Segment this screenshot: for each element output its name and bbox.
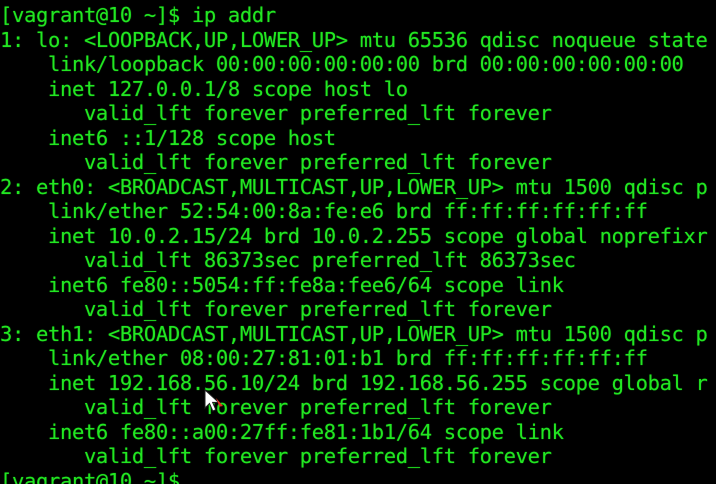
output-line-lo-header: 1: lo: <LOOPBACK,UP,LOWER_UP> mtu 65536 …	[0, 27, 708, 52]
output-line-lo-inet6: inet6 ::1/128 scope host	[0, 125, 336, 150]
output-line-eth0-inet: inet 10.0.2.15/24 brd 10.0.2.255 scope g…	[0, 223, 708, 248]
output-line-lo-inet: inet 127.0.0.1/8 scope host lo	[0, 76, 408, 101]
output-line-lo-inet-lft: valid_lft forever preferred_lft forever	[0, 101, 552, 125]
output-line-eth1-inet6: inet6 fe80::a00:27ff:fe81:1b1/64 scope l…	[0, 419, 564, 444]
terminal-window[interactable]: [vagrant@10 ~]$ ip addr 1: lo: <LOOPBACK…	[0, 0, 716, 484]
output-line-lo-link: link/loopback 00:00:00:00:00:00 brd 00:0…	[0, 52, 684, 76]
prompt-line: [vagrant@10 ~]$ ip addr	[0, 3, 276, 27]
output-line-eth0-inet6-lft: valid_lft forever preferred_lft forever	[0, 297, 552, 321]
output-line-eth1-header: 3: eth1: <BROADCAST,MULTICAST,UP,LOWER_U…	[0, 321, 708, 346]
output-line-eth0-inet-lft: valid_lft 86373sec preferred_lft 86373se…	[0, 248, 576, 272]
output-line-lo-inet6-lft: valid_lft forever preferred_lft forever	[0, 150, 552, 174]
prompt-line-current[interactable]: [vagrant@10 ~]$	[0, 469, 180, 484]
output-line-eth1-inet: inet 192.168.56.10/24 brd 192.168.56.255…	[0, 370, 708, 395]
mouse-pointer-icon	[204, 389, 223, 412]
output-line-eth1-inet6-lft: valid_lft forever preferred_lft forever	[0, 444, 552, 468]
output-line-eth1-link: link/ether 08:00:27:81:01:b1 brd ff:ff:f…	[0, 346, 648, 370]
output-line-eth0-header: 2: eth0: <BROADCAST,MULTICAST,UP,LOWER_U…	[0, 174, 708, 199]
output-line-eth0-inet6: inet6 fe80::5054:ff:fe8a:fee6/64 scope l…	[0, 272, 564, 297]
output-line-eth1-inet-lft: valid_lft forever preferred_lft forever	[0, 395, 552, 419]
output-line-eth0-link: link/ether 52:54:00:8a:fe:e6 brd ff:ff:f…	[0, 199, 648, 223]
